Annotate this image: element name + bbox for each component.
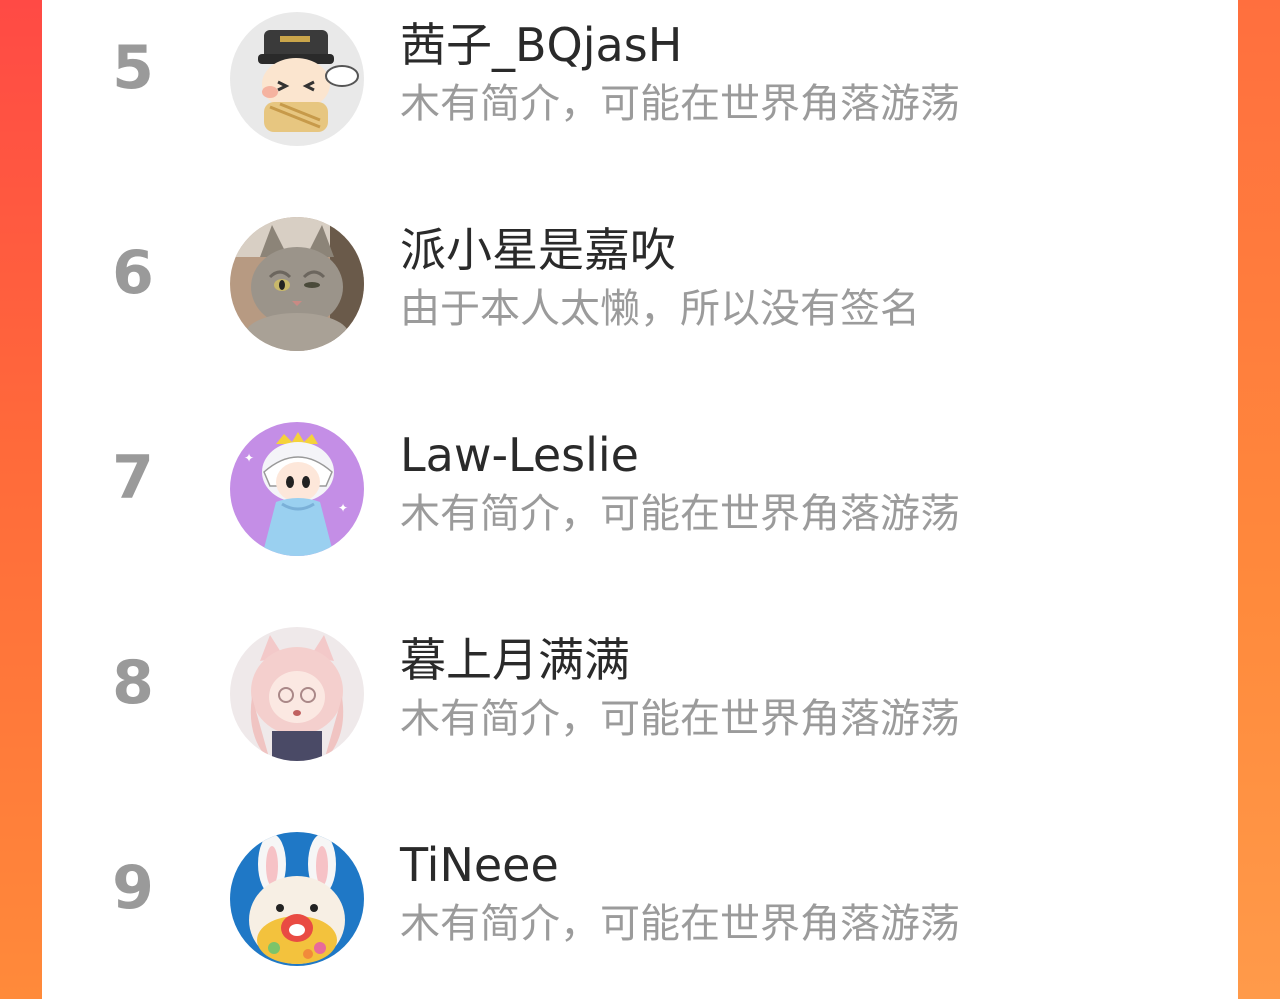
ranking-row[interactable]: 9 TiNeee 木有简介，可能在世界角落游荡 bbox=[42, 820, 1238, 966]
ranking-row[interactable]: 6 派小星是嘉吹 由于本人太懒，所以没有签名 bbox=[42, 205, 1238, 351]
user-bio: 木有简介，可能在世界角落游荡 bbox=[400, 901, 960, 947]
ranking-panel: 5 茜子_BQjasH 木有简介，可能在世界角落游荡 6 派小星是嘉吹 由于本人… bbox=[42, 0, 1238, 999]
rank-number: 9 bbox=[112, 853, 154, 923]
soldier-cartoon-avatar[interactable] bbox=[230, 12, 364, 146]
ranking-row[interactable]: 5 茜子_BQjasH 木有简介，可能在世界角落游荡 bbox=[42, 0, 1238, 146]
user-bio: 木有简介，可能在世界角落游荡 bbox=[400, 491, 960, 537]
rank-number: 6 bbox=[112, 238, 154, 308]
gray-cat-avatar[interactable] bbox=[230, 217, 364, 351]
right-gradient-edge bbox=[1238, 0, 1280, 999]
ranking-row[interactable]: 8 暮上月满满 木有简介，可能在世界角落游荡 bbox=[42, 615, 1238, 761]
user-name[interactable]: 茜子_BQjasH bbox=[400, 20, 682, 71]
user-name[interactable]: Law-Leslie bbox=[400, 430, 639, 481]
rank-number: 8 bbox=[112, 648, 154, 718]
svg-text:✦: ✦ bbox=[338, 501, 348, 515]
user-bio: 由于本人太懒，所以没有签名 bbox=[400, 286, 920, 332]
rank-number: 7 bbox=[112, 443, 154, 513]
ranking-row[interactable]: 7 ✦ ✦ Law-Leslie 木有简介，可能在世界角落游荡 bbox=[42, 410, 1238, 556]
user-bio: 木有简介，可能在世界角落游荡 bbox=[400, 81, 960, 127]
user-name[interactable]: 暮上月满满 bbox=[400, 635, 630, 686]
anime-prince-avatar[interactable]: ✦ ✦ bbox=[230, 422, 364, 556]
svg-text:✦: ✦ bbox=[244, 451, 254, 465]
white-rabbit-plush-avatar[interactable] bbox=[230, 832, 364, 966]
rank-number: 5 bbox=[112, 33, 154, 103]
user-bio: 木有简介，可能在世界角落游荡 bbox=[400, 696, 960, 742]
user-name[interactable]: 派小星是嘉吹 bbox=[400, 225, 676, 276]
anime-catgirl-avatar[interactable] bbox=[230, 627, 364, 761]
user-name[interactable]: TiNeee bbox=[400, 840, 559, 891]
